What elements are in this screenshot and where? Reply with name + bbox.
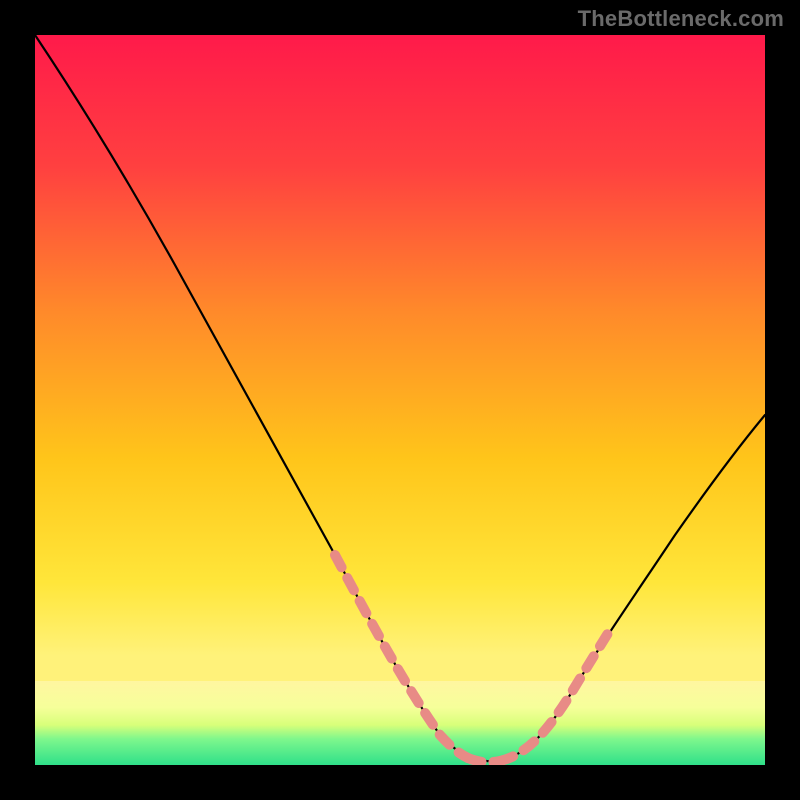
left-highlight-dash: [335, 555, 468, 758]
chart-frame: TheBottleneck.com: [0, 0, 800, 800]
plot-area: [35, 35, 765, 765]
watermark-text: TheBottleneck.com: [578, 6, 784, 32]
right-highlight-dash: [500, 630, 610, 761]
bottleneck-curve: [35, 35, 765, 761]
curve-svg: [35, 35, 765, 765]
